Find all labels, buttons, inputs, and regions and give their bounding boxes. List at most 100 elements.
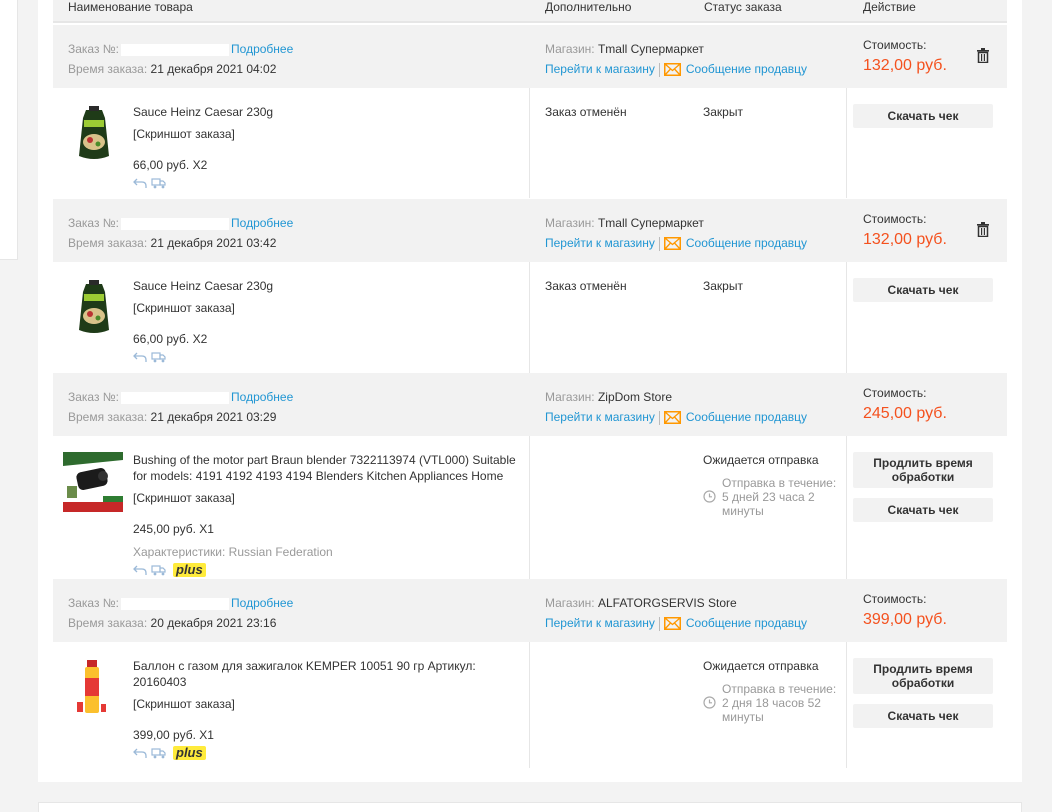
extra-info: Заказ отменён [545, 279, 627, 293]
order-body: Баллон с газом для зажигалок KEMPER 1005… [53, 642, 1007, 768]
order-header: Заказ №: Подробнее Время заказа: 21 декаб… [53, 199, 1007, 262]
extend-processing-button[interactable]: Продлить время обработки [853, 658, 993, 694]
order-screenshot-link[interactable]: [Скриншот заказа] [133, 490, 528, 506]
extend-processing-button[interactable]: Продлить время обработки [853, 452, 993, 488]
envelope-icon [663, 237, 681, 251]
product-price: 399,00 руб. X1 [133, 728, 214, 742]
order-time-label: Время заказа: [68, 236, 148, 250]
order-cost: 399,00 руб. [863, 611, 947, 628]
plus-badge: plus [173, 563, 206, 577]
shop-name: ZipDom Store [597, 390, 672, 404]
next-section-box [38, 802, 1022, 812]
product-thumbnail[interactable] [63, 452, 123, 512]
envelope-icon [663, 411, 681, 425]
header-status: Статус заказа [704, 0, 782, 14]
download-receipt-button[interactable]: Скачать чек [853, 104, 993, 128]
order-time: 21 декабря 2021 03:29 [150, 410, 277, 424]
order-screenshot-link[interactable]: [Скриншот заказа] [133, 300, 528, 316]
shop-name: ALFATORGSERVIS Store [597, 596, 737, 610]
product-price: 66,00 руб. X2 [133, 158, 208, 172]
order-status: Ожидается отправка [703, 659, 819, 673]
product-thumbnail[interactable] [65, 278, 123, 338]
order-number-redacted [121, 217, 230, 230]
go-to-shop-link[interactable]: Перейти к магазину [545, 62, 655, 76]
envelope-icon [663, 63, 681, 77]
return-arrow-icon [133, 748, 147, 758]
order-card: Заказ №: Подробнее Время заказа: 20 декаб… [53, 579, 1007, 768]
order-time: 21 декабря 2021 03:42 [150, 236, 277, 250]
message-seller-label: Сообщение продавцу [685, 62, 808, 76]
order-time: 21 декабря 2021 04:02 [150, 62, 277, 76]
product-thumbnail[interactable] [65, 658, 123, 718]
order-header: Заказ №: Подробнее Время заказа: 20 декаб… [53, 579, 1007, 642]
order-number-label: Заказ №: [68, 42, 120, 56]
product-title-link[interactable]: Bushing of the motor part Braun blender … [133, 452, 528, 484]
characteristics-label: Характеристики: [133, 545, 226, 559]
order-status: Закрыт [703, 279, 743, 293]
message-seller-link[interactable]: Сообщение продавцу [663, 236, 808, 251]
product-price: 66,00 руб. X2 [133, 332, 208, 346]
order-number-label: Заказ №: [68, 390, 120, 404]
message-seller-label: Сообщение продавцу [685, 236, 808, 250]
orders-container: Наименование товара Дополнительно Статус… [38, 0, 1022, 782]
delivery-truck-icon [151, 178, 166, 189]
order-card: Заказ №: Подробнее Время заказа: 21 декаб… [53, 25, 1007, 198]
ship-within-label: Отправка в течение: [722, 682, 837, 696]
order-cost: 132,00 руб. [863, 231, 947, 248]
order-screenshot-link[interactable]: [Скриншот заказа] [133, 696, 528, 712]
order-card: Заказ №: Подробнее Время заказа: 21 декаб… [53, 373, 1007, 579]
message-seller-link[interactable]: Сообщение продавцу [663, 616, 808, 631]
download-receipt-button[interactable]: Скачать чек [853, 704, 993, 728]
order-body: Sauce Heinz Caesar 230g [Скриншот заказа… [53, 262, 1007, 373]
header-extra: Дополнительно [545, 0, 632, 14]
header-product-name: Наименование товара [68, 0, 193, 14]
trash-icon[interactable] [977, 222, 989, 237]
message-seller-label: Сообщение продавцу [685, 616, 808, 630]
delivery-truck-icon [151, 748, 166, 759]
order-status: Ожидается отправка [703, 453, 819, 467]
order-body: Sauce Heinz Caesar 230g [Скриншот заказа… [53, 88, 1007, 198]
order-screenshot-link[interactable]: [Скриншот заказа] [133, 126, 528, 142]
order-number-redacted [121, 597, 230, 610]
orders-table-header: Наименование товара Дополнительно Статус… [53, 0, 1007, 23]
cost-label: Стоимость: [863, 212, 927, 226]
trash-icon[interactable] [977, 48, 989, 63]
order-details-link[interactable]: Подробнее [231, 216, 293, 230]
product-title-link[interactable]: Sauce Heinz Caesar 230g [133, 104, 528, 120]
order-number-label: Заказ №: [68, 216, 120, 230]
order-body: Bushing of the motor part Braun blender … [53, 436, 1007, 579]
order-details-link[interactable]: Подробнее [231, 390, 293, 404]
go-to-shop-link[interactable]: Перейти к магазину [545, 410, 655, 424]
order-details-link[interactable]: Подробнее [231, 596, 293, 610]
shop-label: Магазин: [545, 596, 595, 610]
return-arrow-icon [133, 352, 147, 362]
plus-badge: plus [173, 746, 206, 760]
order-time-label: Время заказа: [68, 410, 148, 424]
go-to-shop-link[interactable]: Перейти к магазину [545, 616, 655, 630]
order-cost: 245,00 руб. [863, 405, 947, 422]
go-to-shop-link[interactable]: Перейти к магазину [545, 236, 655, 250]
order-time-label: Время заказа: [68, 616, 148, 630]
download-receipt-button[interactable]: Скачать чек [853, 498, 993, 522]
message-seller-label: Сообщение продавцу [685, 410, 808, 424]
download-receipt-button[interactable]: Скачать чек [853, 278, 993, 302]
product-title-link[interactable]: Баллон с газом для зажигалок KEMPER 1005… [133, 658, 528, 690]
ship-within-label: Отправка в течение: [722, 476, 837, 490]
cost-label: Стоимость: [863, 38, 927, 52]
envelope-icon [663, 617, 681, 631]
ship-time: 5 дней 23 часа 2 минуты [722, 490, 815, 518]
message-seller-link[interactable]: Сообщение продавцу [663, 410, 808, 425]
product-thumbnail[interactable] [65, 104, 123, 164]
return-arrow-icon [133, 178, 147, 188]
left-sidebar-panel [0, 0, 18, 260]
message-seller-link[interactable]: Сообщение продавцу [663, 62, 808, 77]
order-details-link[interactable]: Подробнее [231, 42, 293, 56]
clock-icon [703, 490, 716, 503]
order-number-label: Заказ №: [68, 596, 120, 610]
product-title-link[interactable]: Sauce Heinz Caesar 230g [133, 278, 528, 294]
order-header: Заказ №: Подробнее Время заказа: 21 декаб… [53, 25, 1007, 88]
cost-label: Стоимость: [863, 386, 927, 400]
order-card: Заказ №: Подробнее Время заказа: 21 декаб… [53, 199, 1007, 373]
order-number-redacted [121, 391, 230, 404]
shop-label: Магазин: [545, 42, 595, 56]
